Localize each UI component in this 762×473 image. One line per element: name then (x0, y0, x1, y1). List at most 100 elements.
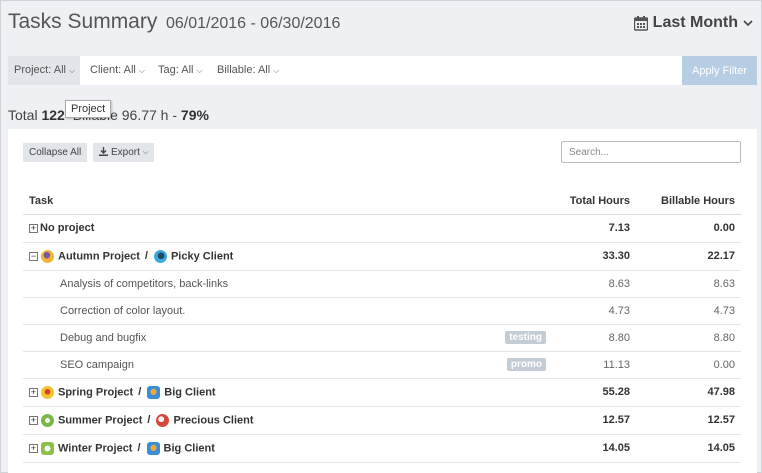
project-cell: + No project (23, 214, 460, 243)
billable-hours: 8.80 (636, 324, 741, 352)
report-panel: Collapse All Export ⌵ Task Total Hours B… (8, 129, 757, 473)
chevron-down-icon: ⌵ (196, 66, 203, 75)
client-avatar-icon (156, 413, 170, 427)
billable-hours: 22.17 (636, 242, 741, 271)
client-avatar-icon (153, 249, 167, 263)
total-hours: 4.73 (546, 297, 636, 325)
col-total-hours[interactable]: Total Hours (546, 189, 636, 215)
date-range: 06/01/2016 - 06/30/2016 (166, 15, 341, 32)
total-hours: 8.63 (546, 270, 636, 298)
task-name: Correction of color layout. (23, 297, 460, 325)
table-row[interactable]: SEO campaign promo 11.13 0.00 (23, 351, 741, 379)
table-row[interactable]: Analysis of competitors, back-links 8.63… (23, 270, 741, 298)
table-row[interactable]: Correction of color layout. 4.73 4.73 (23, 297, 741, 325)
download-icon (99, 146, 108, 159)
client-filter[interactable]: Client: All ⌵ (84, 56, 150, 85)
total-hours: 33.30 (546, 242, 636, 271)
export-button[interactable]: Export ⌵ (93, 143, 155, 162)
project-filter[interactable]: Project: All ⌵ (8, 56, 81, 85)
total-hours: 14.05 (546, 434, 636, 463)
table-row[interactable]: + Winter Project / Big Client 14.05 14.05 (23, 434, 741, 463)
chevron-down-icon (743, 19, 753, 27)
chevron-down-icon: ⌵ (68, 66, 76, 75)
shield-icon (147, 385, 161, 399)
table-header: Task Total Hours Billable Hours (23, 189, 741, 215)
chevron-down-icon: ⌵ (142, 148, 149, 156)
client-name: Big Client (163, 441, 215, 454)
separator: / (147, 413, 151, 426)
project-filter-label: Project: All (14, 64, 66, 76)
separator: / (144, 249, 148, 262)
search-input[interactable] (561, 141, 741, 163)
expand-icon[interactable]: + (29, 223, 38, 233)
shield-icon (146, 441, 160, 455)
client-name: Precious Client (173, 413, 254, 426)
client-name: Big Client (164, 385, 216, 398)
filter-bar: Project: All ⌵ Client: All ⌵ Tag: All ⌵ Bil… (8, 56, 757, 85)
apply-filter-button[interactable]: Apply Filter (682, 56, 757, 85)
table-row[interactable]: + No project 7.13 0.00 (23, 214, 741, 243)
task-name: Debug and bugfix (23, 324, 460, 352)
tag-cell: testing (459, 324, 546, 352)
billable-hours: 4.73 (636, 297, 741, 325)
tag-badge: testing (505, 331, 546, 344)
screen-icon (41, 441, 54, 455)
separator: / (137, 441, 141, 454)
billable-hours: 14.05 (636, 434, 741, 463)
project-cell: + Spring Project / Big Client (23, 378, 460, 407)
project-name: Autumn Project (58, 249, 140, 262)
billable-filter[interactable]: Billable: All ⌵ (211, 56, 284, 85)
project-cell: + Summer Project / Precious Client (23, 406, 460, 435)
expand-icon[interactable]: + (29, 415, 38, 425)
period-selector[interactable]: Last Month (633, 14, 753, 32)
total-hours: 55.28 (546, 378, 636, 407)
table-row[interactable]: + Spring Project / Big Client 55.28 47.98 (23, 378, 741, 407)
page-header: Tasks Summary 06/01/2016 - 06/30/2016 La… (1, 1, 761, 49)
expand-icon[interactable]: + (29, 443, 38, 453)
project-cell: + Winter Project / Big Client (23, 434, 460, 463)
project-name: Winter Project (58, 441, 133, 454)
total-label: Total (8, 107, 38, 123)
col-task[interactable]: Task (23, 189, 460, 215)
chevron-down-icon: ⌵ (138, 66, 145, 75)
billable-hours: 12.57 (636, 406, 741, 435)
tag-filter-label: Tag: All (158, 64, 194, 76)
table-row[interactable]: − Autumn Project / Picky Client 33.30 22.17 (23, 242, 741, 271)
project-cell: − Autumn Project / Picky Client (23, 242, 460, 271)
billable-hours: 0.00 (636, 351, 741, 379)
table-row[interactable]: Debug and bugfix testing 8.80 8.80 (23, 324, 741, 352)
task-name: SEO campaign (23, 351, 460, 379)
project-name: No project (40, 222, 95, 234)
billable-filter-label: Billable: All (217, 64, 271, 76)
billable-hours: 8.63 (636, 270, 741, 298)
task-name: Analysis of competitors, back-links (23, 270, 460, 298)
umbrella-icon (41, 249, 54, 263)
tag-cell: promo (459, 351, 546, 379)
total-hours: 12.57 (546, 406, 636, 435)
client-name: Picky Client (170, 249, 234, 262)
tasks-table: Task Total Hours Billable Hours + No proj… (23, 189, 741, 463)
billable-hours: 0.00 (636, 214, 741, 243)
expand-icon[interactable]: + (29, 387, 38, 397)
export-label: Export (111, 147, 140, 158)
total-hours: 7.13 (546, 214, 636, 243)
period-label: Last Month (652, 14, 738, 31)
tag-filter[interactable]: Tag: All ⌵ (152, 56, 208, 85)
collapse-icon[interactable]: − (29, 251, 38, 261)
table-row[interactable]: + Summer Project / Precious Client 12.57 12… (23, 406, 741, 435)
page-title: Tasks Summary (8, 10, 158, 33)
separator: / (138, 385, 142, 398)
flower-icon (41, 385, 54, 399)
collapse-all-button[interactable]: Collapse All (23, 143, 88, 162)
total-hours: 8.80 (546, 324, 636, 352)
calendar-icon (633, 15, 648, 31)
project-tooltip: Project (65, 100, 112, 118)
col-billable-hours[interactable]: Billable Hours (636, 189, 741, 215)
chevron-down-icon: ⌵ (273, 66, 280, 75)
billable-hours: 47.98 (636, 378, 741, 407)
sun-icon (41, 413, 54, 427)
total-hours: 11.13 (546, 351, 636, 379)
project-name: Spring Project (58, 385, 134, 398)
total-value: 122 (41, 107, 65, 123)
project-name: Summer Project (58, 413, 143, 426)
